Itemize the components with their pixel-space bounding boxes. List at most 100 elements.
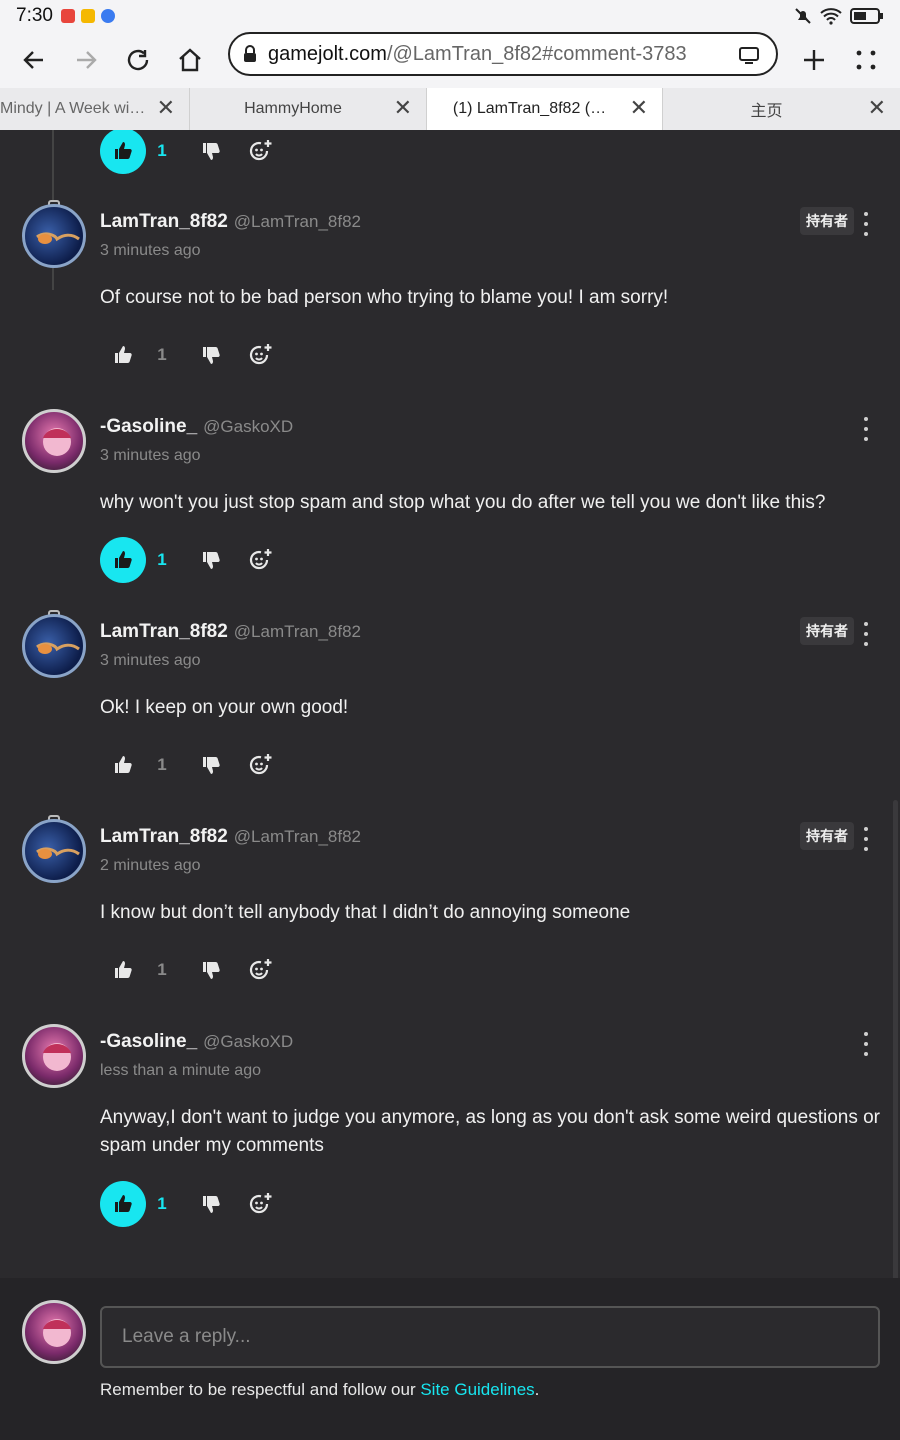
forward-button[interactable]: [60, 34, 112, 86]
comment-time: 3 minutes ago: [100, 242, 201, 259]
scrollbar[interactable]: [893, 800, 898, 1278]
reply-emoji-icon: [249, 344, 272, 365]
home-button[interactable]: [164, 34, 216, 86]
author-name: LamTran_8f82: [100, 211, 228, 232]
like-button[interactable]: [100, 130, 146, 174]
thumbs-up-icon: [115, 1195, 132, 1212]
owner-badge: 持有者: [800, 617, 854, 645]
reply-button[interactable]: [238, 332, 284, 378]
like-count: 1: [157, 141, 167, 160]
reply-button[interactable]: [238, 947, 284, 993]
lock-icon: [244, 45, 256, 62]
comment-author[interactable]: LamTran_8f82 @LamTran_8f82: [100, 211, 361, 233]
dislike-button[interactable]: [188, 947, 234, 993]
notification-icons: [60, 9, 115, 23]
author-handle: @LamTran_8f82: [233, 622, 361, 641]
tab-label: (1) LamTran_8f82 (…: [452, 100, 607, 117]
author-name: -Gasoline_: [100, 416, 198, 437]
site-guidelines-link[interactable]: Site Guidelines: [420, 1380, 534, 1399]
author-handle: @LamTran_8f82: [233, 212, 361, 231]
anime-avatar: [22, 1300, 86, 1364]
reply-button[interactable]: [238, 537, 284, 583]
like-button[interactable]: [100, 1181, 146, 1227]
close-icon[interactable]: ✕: [630, 97, 648, 119]
tab-home[interactable]: 主页 ✕: [663, 88, 900, 130]
reply-button[interactable]: [238, 742, 284, 788]
comment-actions: 1: [100, 332, 284, 378]
close-icon[interactable]: ✕: [157, 97, 175, 119]
reply-emoji-icon: [249, 140, 272, 161]
dislike-button[interactable]: [188, 332, 234, 378]
reply-emoji-icon: [249, 754, 272, 775]
reload-icon: [127, 49, 149, 71]
reply-input[interactable]: [100, 1306, 880, 1368]
like-button[interactable]: [100, 537, 146, 583]
guideline-text: Remember to be respectful and follow our…: [100, 1380, 539, 1400]
jellyfish-avatar[interactable]: [22, 204, 86, 268]
thumbs-up-icon: [115, 142, 132, 159]
dislike-button[interactable]: [188, 130, 234, 174]
thumbs-up-icon: [115, 346, 132, 363]
new-tab-button[interactable]: [788, 34, 840, 86]
comment-author[interactable]: -Gasoline_ @GaskoXD: [100, 1031, 293, 1053]
jellyfish-avatar[interactable]: [22, 819, 86, 883]
more-options-icon[interactable]: [858, 212, 874, 236]
url-path: /@LamTran_8f82#comment-3783: [386, 42, 687, 65]
comment-time: less than a minute ago: [100, 1062, 261, 1079]
anime-avatar[interactable]: [22, 1024, 86, 1088]
tab-mindy[interactable]: Mindy | A Week wi… ✕: [0, 88, 190, 130]
dislike-button[interactable]: [188, 1181, 234, 1227]
comment-text: Of course not to be bad person who tryin…: [100, 287, 669, 308]
tab-label: HammyHome: [244, 100, 342, 117]
tab-lamtran[interactable]: (1) LamTran_8f82 (… ✕: [427, 88, 663, 130]
thumbs-down-icon: [203, 347, 220, 364]
address-bar[interactable]: gamejolt.com/@LamTran_8f82#comment-3783: [228, 32, 778, 76]
comment-time: 3 minutes ago: [100, 447, 201, 464]
like-count: 1: [157, 1194, 167, 1213]
back-button[interactable]: [8, 34, 60, 86]
tab-label: Mindy | A Week wi…: [0, 100, 146, 117]
close-icon[interactable]: ✕: [868, 97, 886, 119]
jellyfish-avatar[interactable]: [22, 614, 86, 678]
like-button[interactable]: [100, 742, 146, 788]
like-count: 1: [157, 960, 167, 979]
author-handle: @GaskoXD: [203, 1032, 294, 1051]
tab-hammyhome[interactable]: HammyHome ✕: [190, 88, 427, 130]
close-icon[interactable]: ✕: [394, 97, 412, 119]
tab-label: 主页: [750, 103, 783, 120]
like-button[interactable]: [100, 947, 146, 993]
comment-author[interactable]: -Gasoline_ @GaskoXD: [100, 416, 293, 438]
thumbs-up-icon: [115, 756, 132, 773]
comment-actions: 1: [100, 947, 284, 993]
menu-button[interactable]: [840, 34, 892, 86]
more-options-icon[interactable]: [858, 827, 874, 851]
more-options-icon[interactable]: [858, 417, 874, 441]
anime-avatar[interactable]: [22, 409, 86, 473]
author-handle: @LamTran_8f82: [233, 827, 361, 846]
comment-text: why won't you just stop spam and stop wh…: [100, 492, 826, 513]
reload-button[interactable]: [112, 34, 164, 86]
guideline-suffix: .: [534, 1380, 540, 1399]
more-options-icon[interactable]: [858, 622, 874, 646]
comment-text: Anyway,I don't want to judge you anymore…: [100, 1107, 881, 1156]
app-notification-icon: [60, 9, 75, 23]
reply-button[interactable]: [238, 130, 284, 174]
wifi-icon: [820, 8, 842, 25]
author-name: LamTran_8f82: [100, 826, 228, 847]
guideline-prefix: Remember to be respectful and follow our: [100, 1380, 421, 1399]
comment-author[interactable]: LamTran_8f82 @LamTran_8f82: [100, 826, 361, 848]
comment-author[interactable]: LamTran_8f82 @LamTran_8f82: [100, 621, 361, 643]
battery-icon: [850, 8, 883, 24]
like-button[interactable]: [100, 332, 146, 378]
dislike-button[interactable]: [188, 742, 234, 788]
screen-cast-icon[interactable]: [738, 46, 760, 64]
more-options-icon[interactable]: [858, 1032, 874, 1056]
comment-actions: 1: [100, 537, 284, 583]
owner-badge: 持有者: [800, 822, 854, 850]
like-count: 1: [157, 550, 167, 569]
reply-button[interactable]: [238, 1181, 284, 1227]
thumbs-down-icon: [203, 1196, 220, 1213]
thumbs-down-icon: [203, 757, 220, 774]
dislike-button[interactable]: [188, 537, 234, 583]
comment-time: 3 minutes ago: [100, 652, 201, 669]
